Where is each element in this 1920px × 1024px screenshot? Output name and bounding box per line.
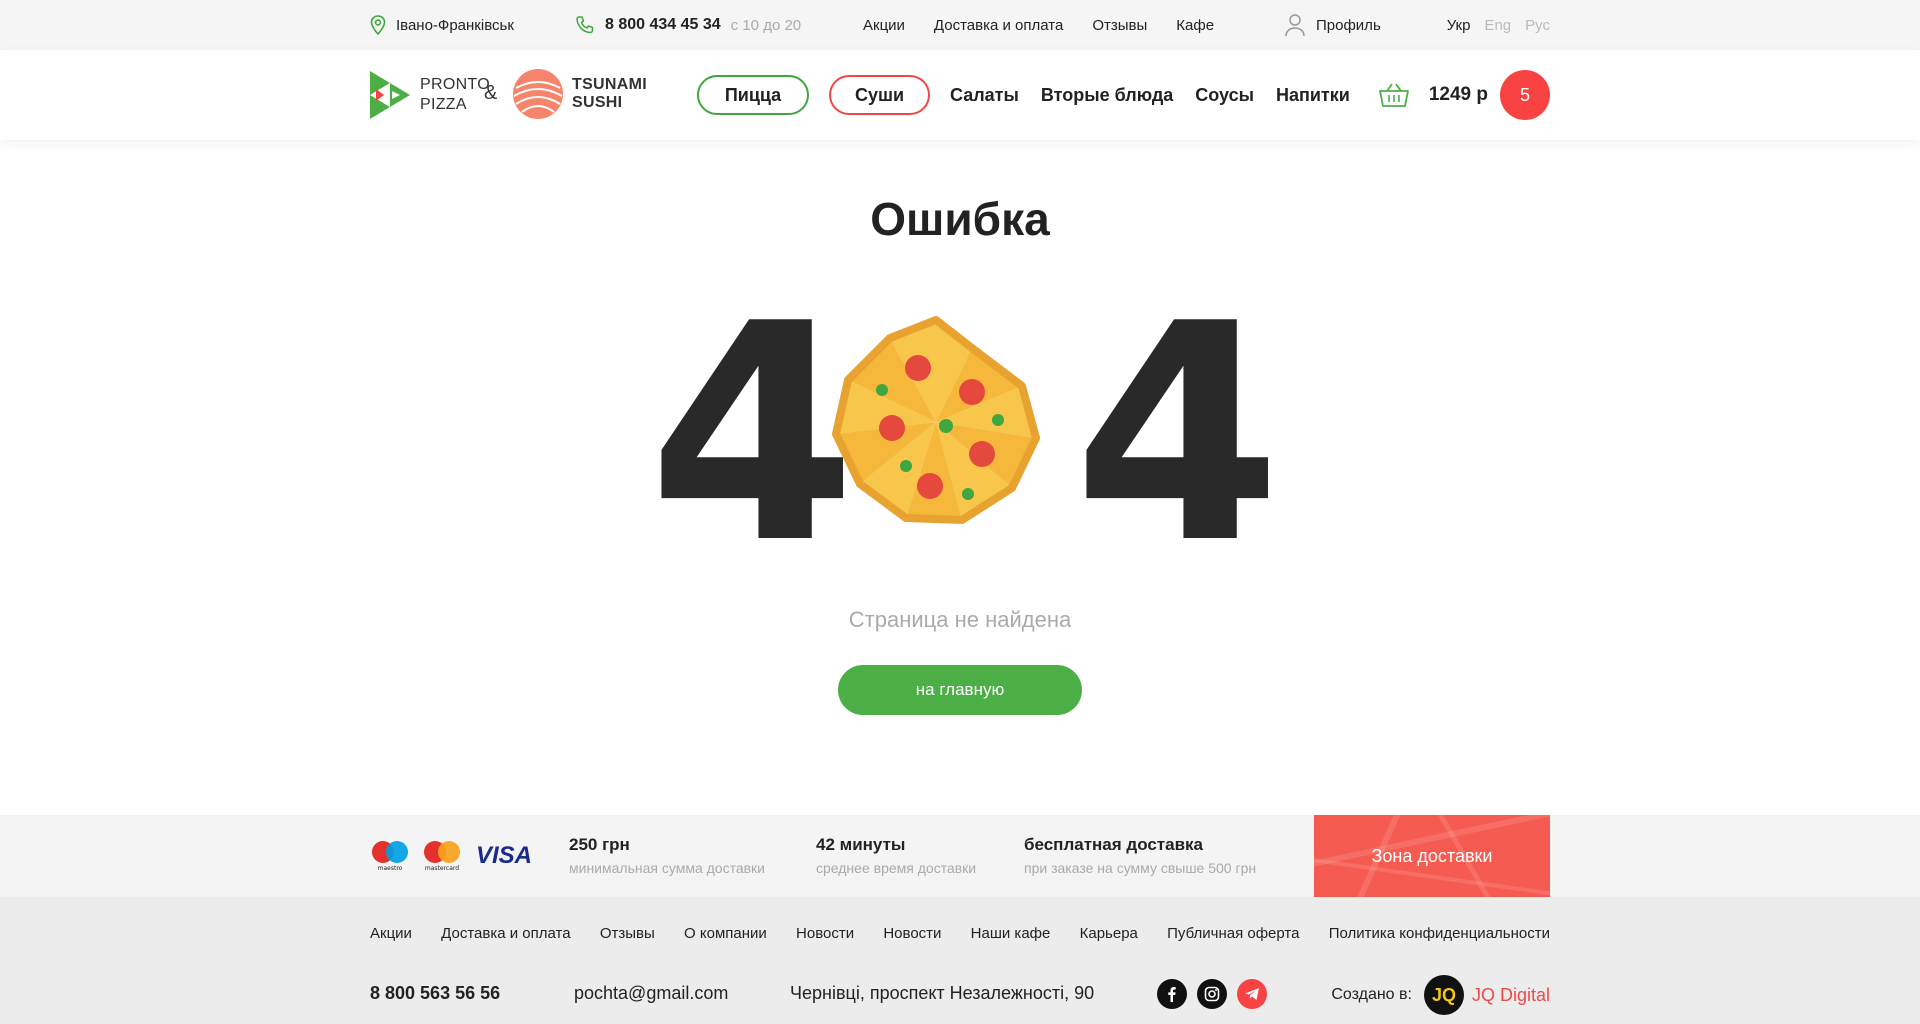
footer-link-privacy[interactable]: Политика конфиденциальности <box>1329 925 1550 942</box>
nav-pizza-button[interactable]: Пицца <box>697 75 809 115</box>
user-icon <box>1285 14 1305 37</box>
footer-phone[interactable]: 8 800 563 56 56 <box>370 983 500 1004</box>
nav-main-dishes[interactable]: Вторые блюда <box>1041 85 1173 106</box>
pronto-pizza-logo[interactable]: PRONTO PIZZA <box>370 71 490 119</box>
social-links <box>1157 979 1267 1009</box>
go-home-button[interactable]: на главную <box>838 665 1082 715</box>
nav-drinks[interactable]: Напитки <box>1276 85 1350 106</box>
maestro-icon: maestro <box>372 841 408 872</box>
pronto-logo-text: PRONTO PIZZA <box>420 76 490 113</box>
credit-brand: JQ Digital <box>1471 984 1550 1005</box>
nav-sauces[interactable]: Соусы <box>1195 85 1254 106</box>
salmon-logo-icon <box>513 69 563 119</box>
lang-ukr[interactable]: Укр <box>1447 17 1471 34</box>
phone-icon <box>576 16 594 34</box>
error-subtitle: Страница не найдена <box>848 607 1072 632</box>
footer: Акции Доставка и оплата Отзывы О компани… <box>0 897 1920 1024</box>
footer-link-cafes[interactable]: Наши кафе <box>971 925 1051 942</box>
city-selector[interactable]: Івано-Франківськ <box>370 0 514 50</box>
lang-rus[interactable]: Рус <box>1525 17 1550 34</box>
footer-links: Акции Доставка и оплата Отзывы О компани… <box>370 925 1550 942</box>
nav-salads[interactable]: Салаты <box>950 85 1019 106</box>
cart-total: 1249 р <box>1428 84 1488 105</box>
city-label: Івано-Франківськ <box>396 16 514 34</box>
basket-icon <box>1378 83 1409 107</box>
delivery-info-strip: maestro mastercard VISA 250 грн минималь… <box>0 815 1920 897</box>
logo-ampersand: & <box>484 82 498 104</box>
footer-link-promos[interactable]: Акции <box>370 925 412 942</box>
developer-credit[interactable]: Создано в: JQ JQ Digital <box>1331 975 1550 1015</box>
profile-label: Профиль <box>1316 16 1381 34</box>
visa-icon: VISA <box>476 842 532 869</box>
topbar-hours: с 10 до 20 <box>730 16 802 34</box>
footer-link-offer[interactable]: Публичная оферта <box>1167 925 1299 942</box>
pizza-icon <box>832 316 1040 524</box>
topbar-phone-number: 8 800 434 45 34 <box>605 16 721 33</box>
jq-logo: JQ <box>1423 975 1464 1015</box>
topbar-link-reviews[interactable]: Отзывы <box>1092 17 1147 34</box>
footer-link-career[interactable]: Карьера <box>1080 925 1138 942</box>
language-switcher: Укр Eng Рус <box>1447 0 1550 50</box>
pronto-logo-icon <box>370 71 410 119</box>
telegram-icon[interactable] <box>1237 979 1267 1009</box>
topbar-link-cafe[interactable]: Кафе <box>1176 17 1214 34</box>
footer-address: Чернівці, проспект Незалежності, 90 <box>790 983 1095 1003</box>
svg-text:maestro: maestro <box>378 865 403 872</box>
topbar-phone[interactable]: 8 800 434 45 34 с 10 до 20 <box>575 0 801 50</box>
min-order-info: 250 грн минимальная сумма доставки <box>569 835 766 876</box>
main-nav: Салаты Вторые блюда Соусы Напитки <box>950 75 1350 115</box>
footer-link-reviews[interactable]: Отзывы <box>600 925 655 942</box>
delivery-zone-button[interactable]: Зона доставки <box>1314 815 1550 897</box>
page-title: Ошибка <box>870 193 1050 245</box>
top-bar: Івано-Франківськ 8 800 434 45 34 с 10 до… <box>0 0 1920 50</box>
topbar-link-promos[interactable]: Акции <box>863 17 905 34</box>
credit-label: Создано в: <box>1331 986 1412 1003</box>
svg-text:VISA: VISA <box>476 842 532 869</box>
tsunami-sushi-logo[interactable]: TSUNAMI SUSHI <box>512 68 647 120</box>
cart-count-badge: 5 <box>1500 70 1550 120</box>
lang-eng[interactable]: Eng <box>1484 17 1511 34</box>
topbar-link-delivery[interactable]: Доставка и оплата <box>934 17 1063 34</box>
delivery-zone-label: Зона доставки <box>1371 845 1493 866</box>
profile-link[interactable]: Профиль <box>1284 0 1381 50</box>
facebook-icon[interactable] <box>1157 979 1187 1009</box>
footer-link-news-2[interactable]: Новости <box>883 925 941 942</box>
error-digit-right: 4 <box>1073 260 1282 609</box>
free-delivery-info: бесплатная доставка при заказе на сумму … <box>1024 835 1257 876</box>
mastercard-icon: mastercard <box>424 841 460 872</box>
main-header: PRONTO PIZZA & TSUNAMI SUSHI Пицца Суши … <box>0 50 1920 140</box>
cart-button[interactable]: 1249 р 5 <box>1378 70 1550 120</box>
footer-link-delivery[interactable]: Доставка и оплата <box>441 925 570 942</box>
topbar-nav: Акции Доставка и оплата Отзывы Кафе <box>863 0 1214 50</box>
nav-sushi-button[interactable]: Суши <box>829 75 930 115</box>
svg-text:mastercard: mastercard <box>425 865 459 872</box>
location-pin-icon <box>370 15 386 35</box>
footer-link-about[interactable]: О компании <box>684 925 767 942</box>
delivery-time-info: 42 минуты среднее время доставки <box>816 835 977 876</box>
payment-cards: maestro mastercard VISA <box>370 838 532 872</box>
instagram-icon[interactable] <box>1197 979 1227 1009</box>
tsunami-logo-text: TSUNAMI SUSHI <box>572 76 647 111</box>
footer-link-news[interactable]: Новости <box>796 925 854 942</box>
footer-email[interactable]: pochta@gmail.com <box>574 983 728 1004</box>
